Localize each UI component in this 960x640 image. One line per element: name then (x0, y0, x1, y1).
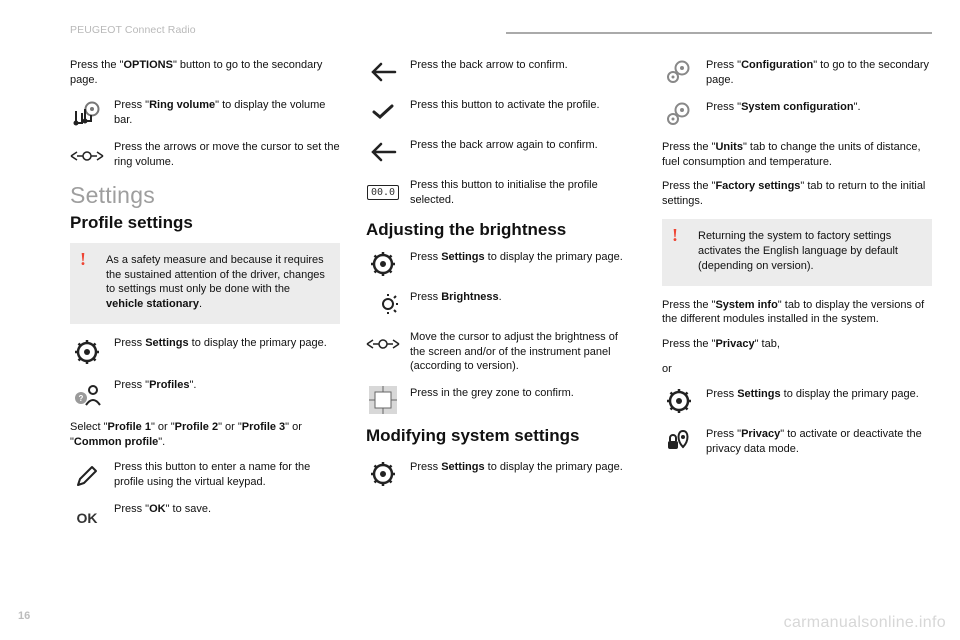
system-configuration-icon (662, 100, 696, 128)
ring-volume-icon (70, 100, 104, 128)
column-2: Press the back arrow to confirm. Press t… (366, 58, 636, 608)
sysinfo-paragraph: Press the "System info" tab to display t… (662, 298, 932, 328)
manual-page: PEUGEOT Connect Radio Press the "OPTIONS… (0, 0, 960, 640)
step-text: Press in the grey zone to confirm. (410, 386, 636, 401)
settings-gear-icon (366, 250, 400, 278)
step-move-cursor: Move the cursor to adjust the brightness… (366, 330, 636, 375)
configuration-gear-icon (662, 58, 696, 86)
step-text: Press the arrows or move the cursor to s… (114, 140, 340, 170)
breadcrumb: PEUGEOT Connect Radio (70, 24, 196, 36)
check-icon (366, 98, 400, 126)
step-press-settings-brightness: Press Settings to display the primary pa… (366, 250, 636, 278)
brightness-icon (366, 290, 400, 318)
privacy-lock-pin-icon (662, 427, 696, 455)
step-back-confirm: Press the back arrow to confirm. (366, 58, 636, 86)
step-grey-zone: Press in the grey zone to confirm. (366, 386, 636, 414)
column-3: Press "Configuration" to go to the secon… (662, 58, 932, 608)
select-profile-paragraph: Select "Profile 1" or "Profile 2" or "Pr… (70, 420, 340, 450)
step-press-settings: Press Settings to display the primary pa… (70, 336, 340, 366)
step-text: Move the cursor to adjust the brightness… (410, 330, 636, 375)
warning-icon: ! (672, 225, 678, 246)
step-text: Press this button to enter a name for th… (114, 460, 340, 490)
step-text: Press Settings to display the primary pa… (706, 387, 932, 402)
step-text: Press this button to activate the profil… (410, 98, 636, 113)
subheading-modify-system: Modifying system settings (366, 426, 636, 446)
settings-gear-icon (662, 387, 696, 415)
step-text: Press this button to initialise the prof… (410, 178, 636, 208)
step-press-settings-privacy: Press Settings to display the primary pa… (662, 387, 932, 415)
step-press-system-configuration: Press "System configuration". (662, 100, 932, 128)
step-press-configuration: Press "Configuration" to go to the secon… (662, 58, 932, 88)
warning-text: As a safety measure and because it requi… (106, 253, 328, 312)
subheading-brightness: Adjusting the brightness (366, 220, 636, 240)
grey-zone-icon (366, 386, 400, 414)
step-ring-volume: Press "Ring volume" to display the volum… (70, 98, 340, 128)
step-back-again: Press the back arrow again to confirm. (366, 138, 636, 166)
step-activate-profile: Press this button to activate the profil… (366, 98, 636, 126)
reset-counter-icon: 00.0 (366, 178, 400, 206)
step-text: Press "Privacy" to activate or deactivat… (706, 427, 932, 457)
step-text: Press the back arrow to confirm. (410, 58, 636, 73)
warning-icon: ! (80, 249, 86, 270)
ok-icon: OK (70, 504, 104, 532)
content-columns: Press the "OPTIONS" button to go to the … (70, 58, 932, 608)
page-number: 16 (18, 610, 30, 622)
step-press-ok: OK Press "OK" to save. (70, 502, 340, 532)
step-text: Press Settings to display the primary pa… (114, 336, 340, 351)
warning-text: Returning the system to factory settings… (698, 229, 920, 274)
factory-warning-box: ! Returning the system to factory settin… (662, 219, 932, 286)
header-rule (506, 32, 932, 34)
watermark: carmanualsonline.info (784, 614, 946, 632)
step-press-brightness: Press Brightness. (366, 290, 636, 318)
step-text: Press the back arrow again to confirm. (410, 138, 636, 153)
factory-paragraph: Press the "Factory settings" tab to retu… (662, 179, 932, 209)
profile-icon: ? (70, 380, 104, 408)
privacy-tab-paragraph: Press the "Privacy" tab, (662, 337, 932, 352)
subheading-profile-settings: Profile settings (70, 213, 340, 233)
column-1: Press the "OPTIONS" button to go to the … (70, 58, 340, 608)
safety-warning-box: ! As a safety measure and because it req… (70, 243, 340, 324)
pencil-icon (70, 462, 104, 490)
step-text: Press "System configuration". (706, 100, 932, 115)
slider-arrows-icon (70, 142, 104, 170)
step-text: Press "Profiles". (114, 378, 340, 393)
svg-text:?: ? (79, 394, 84, 403)
back-arrow-icon (366, 138, 400, 166)
units-paragraph: Press the "Units" tab to change the unit… (662, 140, 932, 170)
step-text: Press "Configuration" to go to the secon… (706, 58, 932, 88)
step-press-privacy: Press "Privacy" to activate or deactivat… (662, 427, 932, 457)
settings-gear-icon (366, 460, 400, 488)
back-arrow-icon (366, 58, 400, 86)
step-text: Press "OK" to save. (114, 502, 340, 517)
step-text: Press Settings to display the primary pa… (410, 250, 636, 265)
or-text: or (662, 362, 932, 377)
step-arrows-volume: Press the arrows or move the cursor to s… (70, 140, 340, 170)
step-text: Press "Ring volume" to display the volum… (114, 98, 340, 128)
step-press-settings-modify: Press Settings to display the primary pa… (366, 460, 636, 488)
intro-paragraph: Press the "OPTIONS" button to go to the … (70, 58, 340, 88)
slider-arrows-icon (366, 330, 400, 358)
section-heading-settings: Settings (70, 182, 340, 209)
step-text: Press Settings to display the primary pa… (410, 460, 636, 475)
settings-gear-icon (70, 338, 104, 366)
step-text: Press Brightness. (410, 290, 636, 305)
step-press-profiles: ? Press "Profiles". (70, 378, 340, 408)
step-initialise-profile: 00.0 Press this button to initialise the… (366, 178, 636, 208)
step-enter-name: Press this button to enter a name for th… (70, 460, 340, 490)
